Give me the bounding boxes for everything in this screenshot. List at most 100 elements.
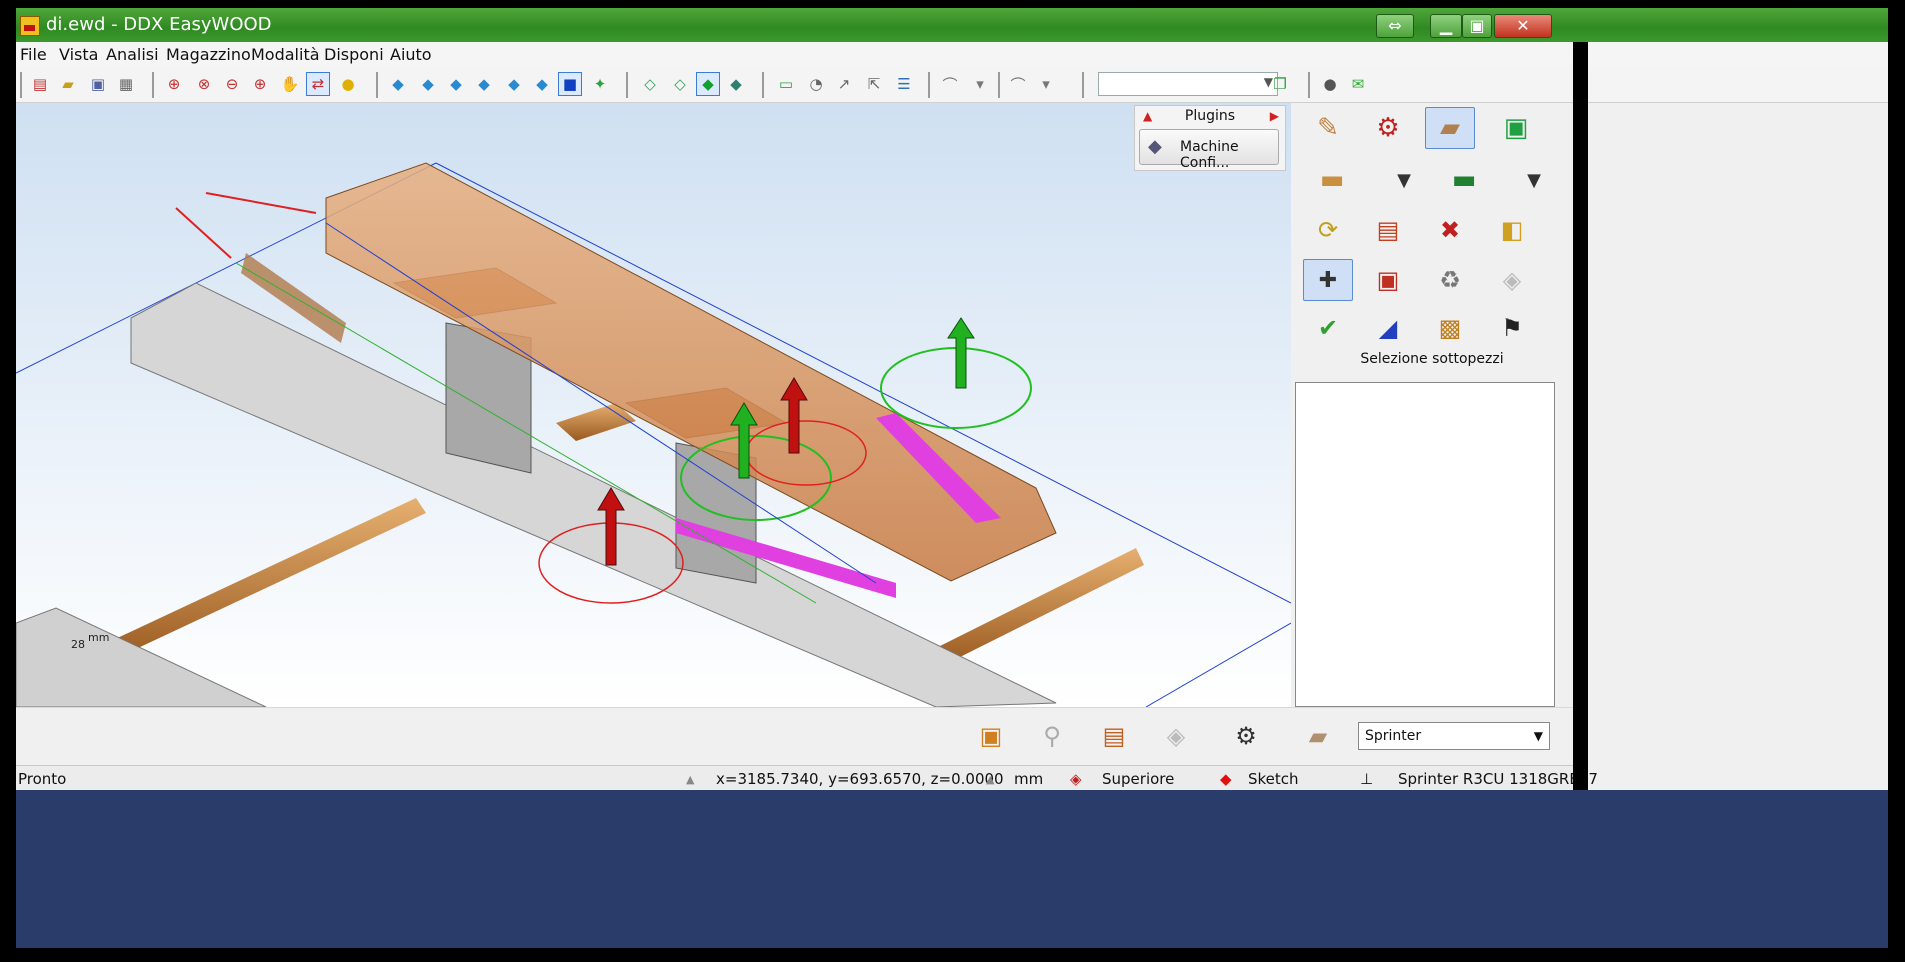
minimize-button[interactable]: ▁: [1430, 14, 1462, 38]
desktop-strip: [16, 790, 1888, 948]
blue-tool-icon[interactable]: ◢: [1363, 307, 1413, 349]
curve-b-icon[interactable]: ⌒: [1006, 72, 1030, 96]
curve-a-dropdown-icon[interactable]: ▾: [968, 72, 992, 96]
machine-config-icon: ◆: [1148, 136, 1162, 157]
rotate-icon[interactable]: ⟳: [1303, 209, 1353, 251]
dimension-value: 28: [71, 638, 85, 651]
machine-icon[interactable]: ▣: [1491, 107, 1541, 149]
screen-icon[interactable]: ▭: [774, 72, 798, 96]
view-solid-icon[interactable]: ■: [558, 72, 582, 96]
check-icon[interactable]: ✔: [1303, 307, 1353, 349]
zoom-window-icon[interactable]: ⊗: [192, 72, 216, 96]
cart-icon[interactable]: ▣: [1363, 259, 1413, 301]
green-table-icon[interactable]: ▬: [1439, 159, 1489, 201]
select-arrow-icon[interactable]: ⇱: [862, 72, 886, 96]
machine-config-button[interactable]: ◆ Machine Confi...: [1139, 129, 1279, 171]
open-icon[interactable]: ▰: [56, 72, 80, 96]
menu-file[interactable]: File: [20, 45, 47, 64]
curve-b-dropdown-icon[interactable]: ▾: [1034, 72, 1058, 96]
zoom-out-icon[interactable]: ⊖: [220, 72, 244, 96]
sketch-diamond-icon: ◆: [1220, 770, 1232, 788]
stack-block-icon[interactable]: ▤: [1094, 718, 1134, 754]
bulb-icon[interactable]: ●: [336, 72, 360, 96]
clamp-icon[interactable]: ◧: [1487, 209, 1537, 251]
add-op-icon[interactable]: ✚: [1303, 259, 1353, 301]
mail-icon[interactable]: ✉: [1346, 72, 1370, 96]
zoom-all-icon[interactable]: ⊕: [162, 72, 186, 96]
gauge-icon[interactable]: ◔: [804, 72, 828, 96]
recycle-icon[interactable]: ♻: [1425, 259, 1475, 301]
right-panel: ✎ ⚙ ▰ ▣ ▬ ▼ ▬ ▼ ⟳ ▤ ✖ ◧ ✚ ▣ ♻ ◈ ✔ ◢ ▩ ⚑ …: [1291, 103, 1573, 707]
window-edge: [1573, 42, 1588, 792]
view-back-icon[interactable]: ◆: [530, 72, 554, 96]
flag-icon[interactable]: ⚑: [1487, 307, 1537, 349]
view-top-icon[interactable]: ◆: [416, 72, 440, 96]
ghost-icon[interactable]: ◈: [1487, 259, 1537, 301]
new-icon[interactable]: ▤: [28, 72, 52, 96]
copy-icon[interactable]: ❐: [1268, 72, 1292, 96]
status-bar: Pronto ▲ x=3185.7340, y=693.6570, z=0.00…: [16, 765, 1598, 791]
toolbar-separator: [928, 72, 930, 98]
maximize-button[interactable]: ▣: [1462, 14, 1492, 38]
status-units: mm: [1014, 770, 1044, 788]
warning-icon: ▲: [986, 773, 995, 786]
status-coordinates: x=3185.7340, y=693.6570, z=0.0000: [716, 770, 1004, 788]
pan-hand-icon[interactable]: ✋: [278, 72, 302, 96]
dropdown-b-icon[interactable]: ▼: [1509, 159, 1559, 201]
shaded-edges-icon[interactable]: ◆: [724, 72, 748, 96]
boards-icon[interactable]: ▬: [1307, 159, 1357, 201]
curve-a-icon[interactable]: ⌒: [938, 72, 962, 96]
sprinter-icon[interactable]: ▰: [1298, 718, 1338, 754]
wire-frame-icon[interactable]: ◇: [668, 72, 692, 96]
menu-aiuto[interactable]: Aiuto: [390, 45, 432, 64]
panel-select-icon[interactable]: ▰: [1425, 107, 1475, 149]
view-front-icon[interactable]: ◆: [444, 72, 468, 96]
toolbar-separator: [626, 72, 628, 98]
machine-status-icon: ⊥: [1360, 770, 1374, 788]
toolbar-separator: [998, 72, 1000, 98]
restore-layout-button[interactable]: ⇔: [1376, 14, 1414, 38]
menu-disponi[interactable]: Disponi: [324, 45, 384, 64]
list-icon[interactable]: ☰: [892, 72, 916, 96]
toolbar-combo[interactable]: ▼: [1098, 72, 1278, 96]
menu-vista[interactable]: Vista: [59, 45, 98, 64]
status-machine: Sprinter R3CU 1318GRE17: [1398, 770, 1598, 788]
cross-icon[interactable]: ✖: [1425, 209, 1475, 251]
pin-icon[interactable]: ⚲: [1032, 718, 1072, 754]
measure-icon[interactable]: ⇄: [306, 72, 330, 96]
view-left-icon[interactable]: ◆: [502, 72, 526, 96]
view-right-icon[interactable]: ◆: [472, 72, 496, 96]
app-window: di.ewd - DDX EasyWOOD ⇔ ▁ ▣ ✕ File Vista…: [16, 8, 1888, 948]
toolbar-separator: [1082, 72, 1084, 98]
menu-analisi[interactable]: Analisi: [106, 45, 159, 64]
app-icon[interactable]: [20, 16, 40, 36]
dropdown-a-icon[interactable]: ▼: [1379, 159, 1429, 201]
drill-icon[interactable]: ⚙: [1226, 718, 1266, 754]
zoom-in-icon[interactable]: ⊕: [248, 72, 272, 96]
menu-magazzino[interactable]: Magazzino: [166, 45, 251, 64]
toolbar-separator: [762, 72, 764, 98]
close-button[interactable]: ✕: [1494, 14, 1552, 38]
ghost-clamp-icon[interactable]: ◈: [1156, 718, 1196, 754]
pencil-arrow-icon[interactable]: ↗: [832, 72, 856, 96]
view-iso-icon[interactable]: ◆: [386, 72, 410, 96]
machine-select[interactable]: Sprinter ▼: [1358, 722, 1550, 750]
plugins-panel: ▲ Plugins ▶ ◆ Machine Confi...: [1134, 105, 1286, 171]
pattern-icon[interactable]: ▩: [1425, 307, 1475, 349]
print-icon[interactable]: ▦: [114, 72, 138, 96]
user-icon[interactable]: ●: [1318, 72, 1342, 96]
toolbar-separator: [376, 72, 378, 98]
view-axes-icon[interactable]: ✦: [588, 72, 612, 96]
tool-saw-icon[interactable]: ⚙: [1363, 107, 1413, 149]
orange-block-icon[interactable]: ▣: [971, 718, 1011, 754]
wire-box-icon[interactable]: ◇: [638, 72, 662, 96]
play-icon[interactable]: ▶: [1270, 106, 1279, 126]
3d-viewport[interactable]: 28 mm: [16, 103, 1291, 707]
menu-modalita[interactable]: Modalità: [251, 45, 320, 64]
save-icon[interactable]: ▣: [86, 72, 110, 96]
shaded-icon[interactable]: ◆: [696, 72, 720, 96]
collapse-up-icon[interactable]: ▲: [1143, 106, 1152, 126]
subparts-list[interactable]: [1295, 382, 1555, 707]
stack-icon[interactable]: ▤: [1363, 209, 1413, 251]
tool-pencil-icon[interactable]: ✎: [1303, 107, 1353, 149]
